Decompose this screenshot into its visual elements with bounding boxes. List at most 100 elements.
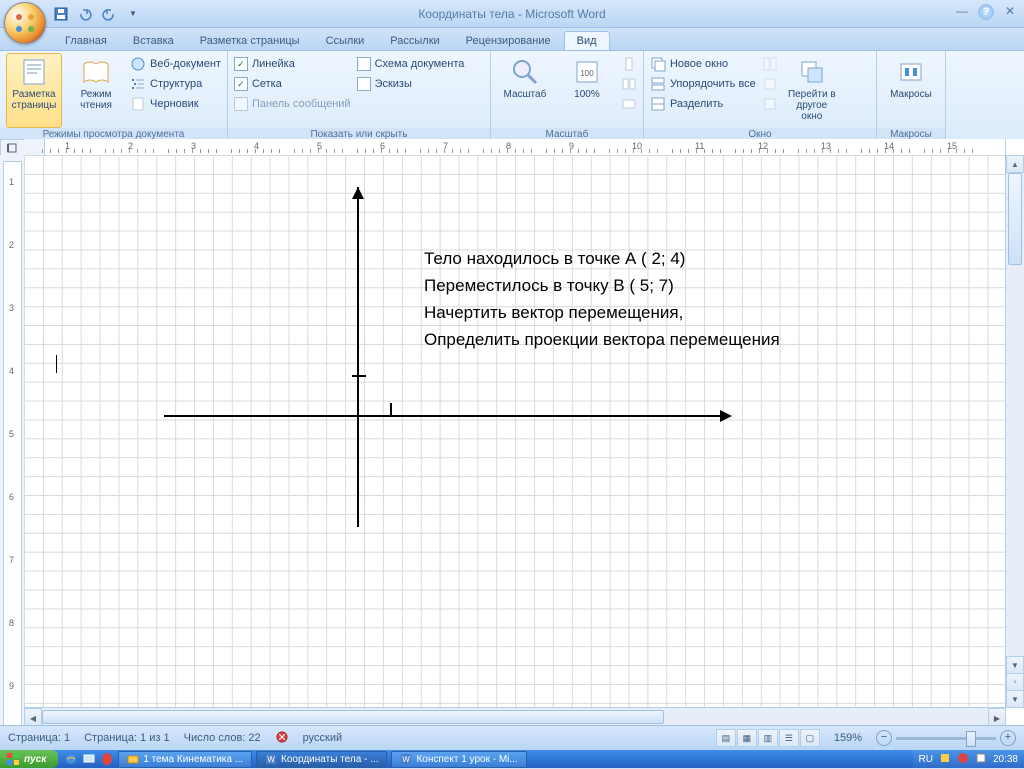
tray-lang[interactable]: RU (919, 754, 933, 765)
prev-page-icon[interactable]: ◦ (1006, 673, 1024, 691)
task-folder[interactable]: 1 тема Кинематика ... (118, 751, 252, 768)
scroll-right-icon[interactable]: ▶ (988, 708, 1006, 726)
chk-ruler[interactable]: ✓Линейка (234, 55, 351, 73)
zoom-out-icon[interactable]: − (876, 730, 892, 746)
status-lang[interactable]: русский (303, 732, 342, 744)
status-page[interactable]: Страница: 1 (8, 732, 70, 744)
tab-pagelayout[interactable]: Разметка страницы (187, 31, 313, 50)
status-proof-icon[interactable] (275, 730, 289, 747)
viewbtn-draft[interactable]: ▢ (800, 729, 820, 747)
tab-references[interactable]: Ссылки (313, 31, 378, 50)
group-zoom: Масштаб 100 100% Масштаб (491, 51, 644, 141)
group-window: Новое окно Упорядочить все Разделить Пер… (644, 51, 877, 141)
zoom-twopage[interactable] (621, 75, 637, 93)
start-button[interactable]: пуск (0, 750, 58, 768)
y-axis-arrow-icon (352, 181, 364, 199)
titlebar: ▼ Координаты тела - Microsoft Word — ▢ ✕ (0, 0, 1024, 28)
scroll-thumb-h[interactable] (42, 710, 664, 724)
document-page[interactable]: Тело находилось в точке А ( 2; 4) Переме… (24, 155, 1006, 708)
tray-icon-3[interactable] (975, 752, 987, 767)
minimize-button[interactable]: — (954, 4, 970, 18)
win-arrange[interactable]: Упорядочить все (650, 75, 756, 93)
scrollbar-horizontal[interactable]: ◀ ▶ (24, 707, 1006, 726)
win-reset (762, 95, 778, 113)
win-switch[interactable]: Перейти в другое окно (784, 53, 840, 128)
svg-text:W: W (403, 755, 411, 764)
help-button[interactable]: ? (978, 4, 994, 20)
x-axis (164, 415, 724, 417)
chk-docmap[interactable]: Схема документа (357, 55, 465, 73)
viewbtn-web[interactable]: ▥ (758, 729, 778, 747)
zoom-button[interactable]: Масштаб (497, 53, 553, 128)
win-new[interactable]: Новое окно (650, 55, 756, 73)
qat-dropdown-icon[interactable]: ▼ (124, 5, 142, 23)
taskbar: пуск 1 тема Кинематика ... WКоординаты т… (0, 750, 1024, 768)
statusbar: Страница: 1 Страница: 1 из 1 Число слов:… (0, 725, 1024, 750)
view-print-layout[interactable]: Разметка страницы (6, 53, 62, 128)
zoom-onepage[interactable] (621, 55, 637, 73)
ribbon-tabs: Главная Вставка Разметка страницы Ссылки… (0, 28, 1024, 51)
ribbon: Разметка страницы Режим чтения Веб-докум… (0, 51, 1024, 142)
grid-overlay (24, 155, 1006, 708)
view-outline[interactable]: Структура (130, 75, 221, 93)
zoom-100[interactable]: 100 100% (559, 53, 615, 128)
quicklaunch (64, 752, 114, 766)
x-axis-arrow-icon (720, 410, 738, 422)
quick-access-toolbar: ▼ (52, 0, 142, 27)
viewbtn-print[interactable]: ▤ (716, 729, 736, 747)
scrollbar-vertical[interactable]: ▲ ▼ ◦ ▼ (1005, 155, 1024, 708)
task-word-1[interactable]: WКоординаты тела - ... (256, 751, 387, 768)
tab-review[interactable]: Рецензирование (453, 31, 564, 50)
close-button[interactable]: ✕ (1002, 4, 1018, 18)
next-page-icon[interactable]: ▼ (1006, 690, 1024, 708)
tray-time[interactable]: 20:38 (993, 754, 1018, 765)
ql-desktop-icon[interactable] (82, 752, 96, 766)
y-axis (357, 187, 359, 527)
view-buttons: ▤ ▦ ▥ ☰ ▢ (716, 729, 820, 747)
tab-mailings[interactable]: Рассылки (377, 31, 452, 50)
document-text: Тело находилось в точке А ( 2; 4) Переме… (424, 245, 780, 353)
tab-home[interactable]: Главная (52, 31, 120, 50)
view-reading[interactable]: Режим чтения (68, 53, 124, 128)
scroll-down-icon[interactable]: ▼ (1006, 656, 1024, 674)
ql-ie-icon[interactable] (64, 752, 78, 766)
x-tick (390, 403, 392, 417)
ql-opera-icon[interactable] (100, 752, 114, 766)
tab-view[interactable]: Вид (564, 31, 610, 50)
zoom-track[interactable] (896, 737, 996, 740)
chk-thumbs[interactable]: Эскизы (357, 75, 465, 93)
win-split[interactable]: Разделить (650, 95, 756, 113)
zoom-slider[interactable]: − + (876, 730, 1016, 746)
group-views: Разметка страницы Режим чтения Веб-докум… (0, 51, 228, 141)
view-web[interactable]: Веб-документ (130, 55, 221, 73)
view-draft[interactable]: Черновик (130, 95, 221, 113)
viewbtn-outline[interactable]: ☰ (779, 729, 799, 747)
tray-icon-2[interactable] (957, 752, 969, 767)
scroll-thumb-v[interactable] (1008, 173, 1022, 265)
tab-insert[interactable]: Вставка (120, 31, 187, 50)
chk-grid[interactable]: ✓Сетка (234, 75, 351, 93)
zoom-in-icon[interactable]: + (1000, 730, 1016, 746)
save-icon[interactable] (52, 5, 70, 23)
zoom-pagewidth[interactable] (621, 95, 637, 113)
undo-icon[interactable] (76, 5, 94, 23)
task-word-2[interactable]: WКонспект 1 урок - Mi... (391, 751, 526, 768)
window-title: Координаты тела - Microsoft Word (0, 7, 1024, 21)
scroll-up-icon[interactable]: ▲ (1006, 155, 1024, 173)
status-pageof[interactable]: Страница: 1 из 1 (84, 732, 170, 744)
svg-text:W: W (267, 755, 275, 764)
win-sync (762, 75, 778, 93)
zoom-thumb[interactable] (966, 731, 976, 747)
tray-icon-1[interactable] (939, 752, 951, 767)
viewbtn-read[interactable]: ▦ (737, 729, 757, 747)
ruler-horizontal[interactable]: 123456789101112131415 (24, 139, 1006, 156)
ruler-vertical[interactable]: 123456789 (0, 155, 25, 726)
status-words[interactable]: Число слов: 22 (184, 732, 261, 744)
zoom-level[interactable]: 159% (834, 732, 862, 744)
chk-msgbar[interactable]: Панель сообщений (234, 95, 351, 113)
macros-button[interactable]: Макросы (883, 53, 939, 128)
office-button[interactable] (4, 2, 46, 44)
y-tick (352, 375, 366, 377)
scroll-left-icon[interactable]: ◀ (24, 708, 42, 726)
redo-icon[interactable] (100, 5, 118, 23)
